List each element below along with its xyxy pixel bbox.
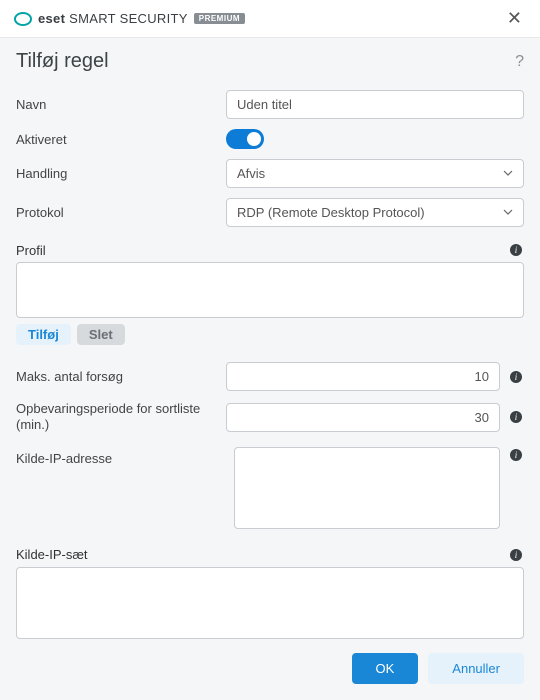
name-input[interactable] bbox=[226, 90, 524, 119]
help-icon[interactable]: ? bbox=[515, 53, 524, 71]
info-icon[interactable]: i bbox=[508, 447, 524, 463]
dialog-title: Tilføj regel bbox=[16, 50, 109, 73]
info-icon[interactable]: i bbox=[508, 369, 524, 385]
toggle-knob bbox=[247, 132, 261, 146]
protocol-select[interactable]: RDP (Remote Desktop Protocol) bbox=[226, 198, 524, 227]
enabled-toggle[interactable] bbox=[226, 129, 264, 149]
info-icon[interactable]: i bbox=[508, 242, 524, 258]
src-ip-set-label: Kilde-IP-sæt bbox=[16, 547, 88, 562]
dialog-footer: OK Annuller bbox=[0, 641, 540, 700]
protocol-label: Protokol bbox=[16, 205, 226, 220]
action-select[interactable]: Afvis bbox=[226, 159, 524, 188]
profile-delete-button[interactable]: Slet bbox=[77, 324, 125, 345]
chevron-down-icon bbox=[503, 205, 513, 220]
src-ip-textarea[interactable] bbox=[234, 447, 500, 529]
retention-label: Opbevaringsperiode for sortliste (min.) bbox=[16, 401, 226, 434]
window-header: eset SMART SECURITY PREMIUM ✕ bbox=[0, 0, 540, 38]
brand-text: eset SMART SECURITY bbox=[38, 11, 188, 26]
src-ip-set-listbox[interactable] bbox=[16, 567, 524, 639]
profile-listbox[interactable] bbox=[16, 262, 524, 318]
chevron-down-icon bbox=[503, 166, 513, 181]
retention-input[interactable] bbox=[226, 403, 500, 432]
src-ip-label: Kilde-IP-adresse bbox=[16, 447, 226, 466]
brand: eset SMART SECURITY PREMIUM bbox=[14, 10, 245, 28]
eset-logo-icon bbox=[14, 10, 32, 28]
ok-button[interactable]: OK bbox=[352, 653, 419, 684]
title-row: Tilføj regel ? bbox=[0, 38, 540, 81]
info-icon[interactable]: i bbox=[508, 547, 524, 563]
name-label: Navn bbox=[16, 97, 226, 112]
close-icon[interactable]: ✕ bbox=[503, 8, 526, 29]
action-value: Afvis bbox=[237, 166, 265, 181]
protocol-value: RDP (Remote Desktop Protocol) bbox=[237, 205, 425, 220]
max-attempts-label: Maks. antal forsøg bbox=[16, 369, 226, 384]
max-attempts-input[interactable] bbox=[226, 362, 500, 391]
premium-badge: PREMIUM bbox=[194, 13, 245, 24]
dialog-content: Navn Aktiveret Handling Afvis Protokol bbox=[0, 81, 540, 673]
profile-add-button[interactable]: Tilføj bbox=[16, 324, 71, 345]
info-icon[interactable]: i bbox=[508, 409, 524, 425]
action-label: Handling bbox=[16, 166, 226, 181]
profile-label: Profil bbox=[16, 243, 46, 258]
enabled-label: Aktiveret bbox=[16, 132, 226, 147]
cancel-button[interactable]: Annuller bbox=[428, 653, 524, 684]
